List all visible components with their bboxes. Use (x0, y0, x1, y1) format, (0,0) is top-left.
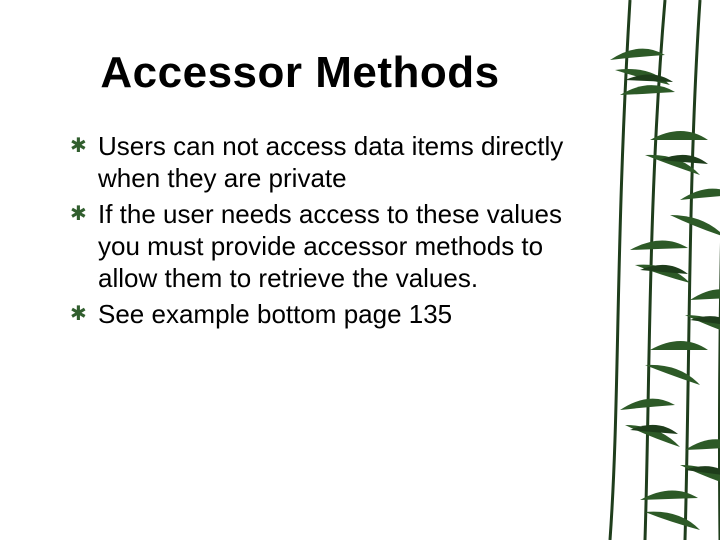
bullet-text: Users can not access data items directly… (98, 130, 580, 194)
slide-body: ✱ Users can not access data items direct… (70, 130, 580, 334)
list-item: ✱ If the user needs access to these valu… (70, 198, 580, 294)
slide: Accessor Methods ✱ Users can not access … (0, 0, 720, 540)
list-item: ✱ See example bottom page 135 (70, 298, 580, 330)
slide-title: Accessor Methods (0, 48, 600, 98)
bullet-icon: ✱ (70, 198, 98, 230)
list-item: ✱ Users can not access data items direct… (70, 130, 580, 194)
bamboo-decoration (590, 0, 720, 540)
bullet-icon: ✱ (70, 130, 98, 162)
bullet-text: If the user needs access to these values… (98, 198, 580, 294)
bullet-text: See example bottom page 135 (98, 298, 580, 330)
bullet-icon: ✱ (70, 298, 98, 330)
